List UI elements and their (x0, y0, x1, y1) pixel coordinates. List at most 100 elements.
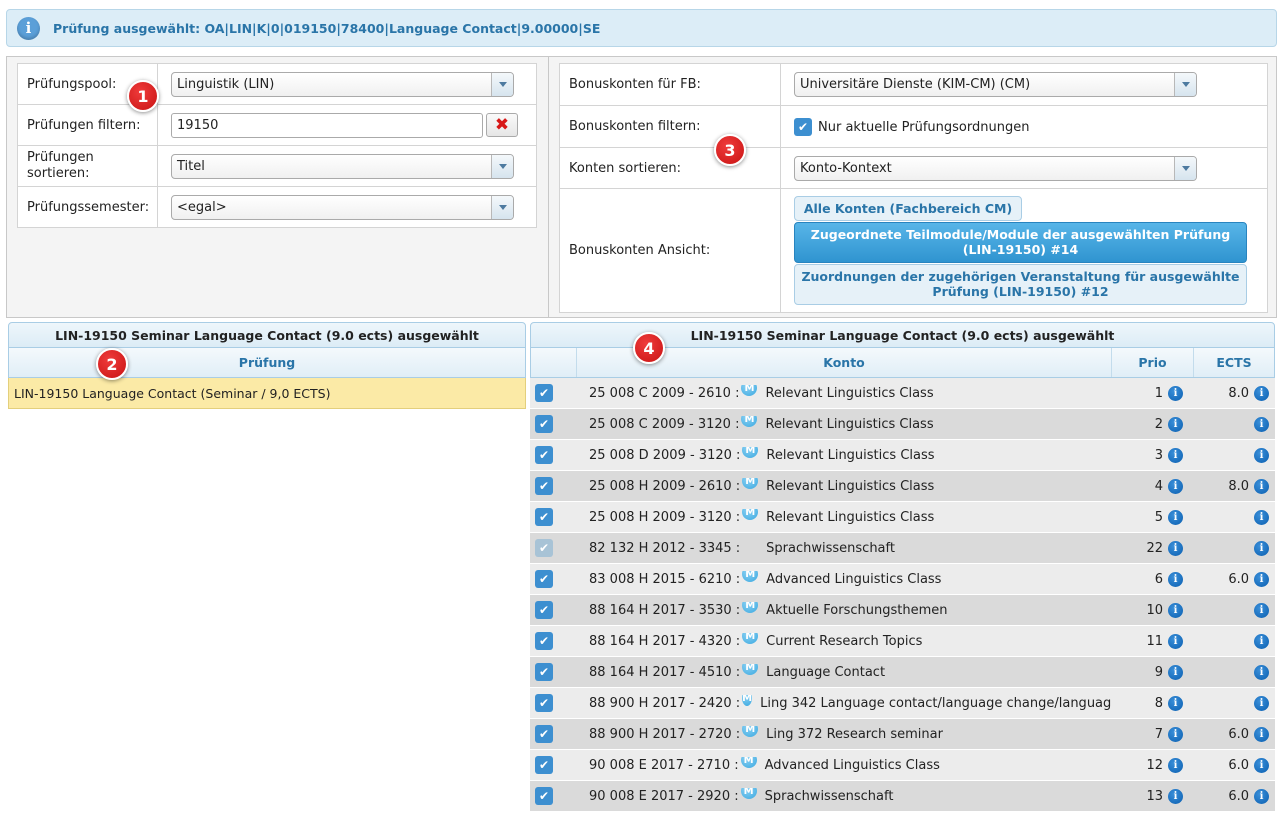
clear-filter-button[interactable]: ✖ (486, 113, 518, 137)
prio-column-header[interactable]: Prio (1112, 348, 1194, 377)
module-badge-icon[interactable]: M (741, 385, 758, 396)
row-checkbox[interactable]: ✔ (535, 663, 553, 681)
prio-info-icon[interactable]: i (1168, 757, 1183, 773)
chevron-down-icon[interactable] (491, 154, 513, 178)
course-assignments-button[interactable]: Zuordnungen der zugehörigen Veranstaltun… (794, 263, 1247, 305)
row-checkbox[interactable]: ✔ (535, 415, 553, 433)
chevron-down-icon[interactable] (491, 72, 513, 96)
exam-column-header[interactable]: Prüfung (8, 348, 526, 378)
prio-info-icon[interactable]: i (1168, 416, 1183, 432)
konto-cell: 88 164 H 2017 - 4510 : M Language Contact (576, 664, 1111, 680)
ects-cell: i (1193, 447, 1273, 463)
prio-info-icon[interactable]: i (1168, 385, 1183, 401)
table-row[interactable]: ✔ 88 164 H 2017 - 3530 : M Aktuelle Forschu… (530, 595, 1275, 626)
row-checkbox[interactable]: ✔ (535, 632, 553, 650)
module-badge-icon[interactable]: M (742, 447, 759, 458)
table-row[interactable]: ✔ 25 008 C 2009 - 2610 : M Relevant Linguis… (530, 378, 1275, 409)
prio-info-icon[interactable]: i (1168, 478, 1183, 494)
semester-select[interactable]: <egal> (171, 194, 514, 220)
assigned-modules-button[interactable]: Zugeordnete Teilmodule/Module der ausgew… (794, 221, 1247, 263)
table-row[interactable]: ✔ 90 008 E 2017 - 2920 : M Sprachwissenscha… (530, 781, 1275, 812)
prio-cell: 4i (1111, 478, 1193, 494)
table-row[interactable]: ✔ 83 008 H 2015 - 6210 : M Advanced Linguis… (530, 564, 1275, 595)
table-row[interactable]: ✔ 90 008 E 2017 - 2710 : M Advanced Linguis… (530, 750, 1275, 781)
row-checkbox[interactable]: ✔ (535, 725, 553, 743)
ects-info-icon[interactable]: i (1254, 385, 1269, 401)
chevron-down-icon[interactable] (1174, 73, 1196, 96)
module-badge-icon[interactable]: M (740, 788, 757, 799)
ects-info-icon[interactable]: i (1254, 447, 1269, 463)
prio-value: 4 (1154, 478, 1163, 494)
table-row[interactable]: ✔ 25 008 D 2009 - 3120 : M Relevant Linguis… (530, 440, 1275, 471)
prio-info-icon[interactable]: i (1168, 509, 1183, 525)
row-checkbox[interactable]: ✔ (535, 756, 553, 774)
module-badge-icon[interactable]: M (742, 571, 759, 582)
row-checkbox-cell: ✔ (530, 384, 576, 402)
prio-info-icon[interactable]: i (1168, 695, 1183, 711)
chevron-down-icon[interactable] (491, 195, 513, 219)
ects-info-icon[interactable]: i (1254, 695, 1269, 711)
account-sort-label: Konten sortieren: (559, 147, 781, 189)
module-badge-icon[interactable]: M (742, 509, 759, 520)
module-badge-icon[interactable]: M (742, 664, 759, 675)
exam-filter-input[interactable]: 19150 (171, 112, 483, 138)
prio-info-icon[interactable]: i (1168, 602, 1183, 618)
all-accounts-button[interactable]: Alle Konten (Fachbereich CM) (794, 195, 1022, 221)
ects-info-icon[interactable]: i (1254, 602, 1269, 618)
table-row[interactable]: ✔ 88 900 H 2017 - 2720 : M Ling 372 Researc… (530, 719, 1275, 750)
ects-info-icon[interactable]: i (1254, 726, 1269, 742)
module-badge-icon[interactable]: M (742, 726, 759, 737)
table-row[interactable]: ✔ 25 008 H 2009 - 2610 : M Relevant Linguis… (530, 471, 1275, 502)
prio-info-icon[interactable]: i (1168, 540, 1183, 556)
row-checkbox[interactable]: ✔ (535, 570, 553, 588)
row-checkbox[interactable]: ✔ (535, 787, 553, 805)
prio-info-icon[interactable]: i (1168, 447, 1183, 463)
module-badge-icon[interactable]: M (742, 633, 759, 644)
row-checkbox[interactable]: ✔ (535, 446, 553, 464)
table-row[interactable]: ✔ 25 008 H 2009 - 3120 : M Relevant Linguis… (530, 502, 1275, 533)
module-badge-icon[interactable]: M (742, 478, 759, 489)
row-checkbox[interactable]: ✔ (535, 384, 553, 402)
current-regulations-checkbox[interactable]: ✔ (794, 117, 812, 136)
ects-info-icon[interactable]: i (1254, 664, 1269, 680)
select-column-header[interactable] (531, 348, 577, 377)
ects-info-icon[interactable]: i (1254, 757, 1269, 773)
ects-cell: 8.0 i (1193, 478, 1273, 494)
fb-select[interactable]: Universitäre Dienste (KIM-CM) (CM) (794, 72, 1197, 97)
chevron-down-icon[interactable] (1174, 156, 1196, 180)
row-checkbox[interactable]: ✔ (535, 477, 553, 495)
row-checkbox[interactable]: ✔ (535, 601, 553, 619)
konto-cell: 88 164 H 2017 - 3530 : M Aktuelle Forschun… (576, 602, 1111, 618)
module-badge-icon[interactable]: M (742, 695, 753, 706)
ects-column-header[interactable]: ECTS (1194, 348, 1274, 377)
account-code: 88 164 H 2017 - 4510 : (589, 664, 741, 680)
table-row[interactable]: ✔ 88 164 H 2017 - 4320 : M Current Research… (530, 626, 1275, 657)
table-row[interactable]: ✔ 88 900 H 2017 - 2420 : M Ling 342 Languag… (530, 688, 1275, 719)
module-badge-icon[interactable]: M (741, 416, 758, 427)
account-sort-select[interactable]: Konto-Kontext (794, 155, 1197, 181)
module-badge-icon[interactable]: M (740, 757, 757, 768)
sort-select[interactable]: Titel (171, 153, 514, 179)
ects-info-icon[interactable]: i (1254, 633, 1269, 649)
ects-info-icon[interactable]: i (1254, 540, 1269, 556)
account-name: Relevant Linguistics Class (766, 509, 935, 525)
table-row[interactable]: ✔ 88 164 H 2017 - 4510 : M Language Contact… (530, 657, 1275, 688)
row-checkbox[interactable]: ✔ (535, 508, 553, 526)
prio-info-icon[interactable]: i (1168, 788, 1183, 804)
prio-info-icon[interactable]: i (1168, 726, 1183, 742)
ects-info-icon[interactable]: i (1254, 509, 1269, 525)
prio-info-icon[interactable]: i (1168, 571, 1183, 587)
ects-info-icon[interactable]: i (1254, 478, 1269, 494)
module-badge-icon[interactable]: M (742, 602, 759, 613)
prio-info-icon[interactable]: i (1168, 664, 1183, 680)
row-checkbox[interactable]: ✔ (535, 539, 553, 557)
ects-info-icon[interactable]: i (1254, 788, 1269, 804)
table-row[interactable]: ✔ 82 132 H 2012 - 3345 : Sprachwissenschaf… (530, 533, 1275, 564)
table-row[interactable]: ✔ 25 008 C 2009 - 3120 : M Relevant Linguis… (530, 409, 1275, 440)
ects-info-icon[interactable]: i (1254, 416, 1269, 432)
pool-select[interactable]: Linguistik (LIN) (171, 71, 514, 97)
ects-info-icon[interactable]: i (1254, 571, 1269, 587)
exam-row[interactable]: LIN-19150 Language Contact (Seminar / 9,… (8, 378, 526, 409)
prio-info-icon[interactable]: i (1168, 633, 1183, 649)
row-checkbox[interactable]: ✔ (535, 694, 553, 712)
